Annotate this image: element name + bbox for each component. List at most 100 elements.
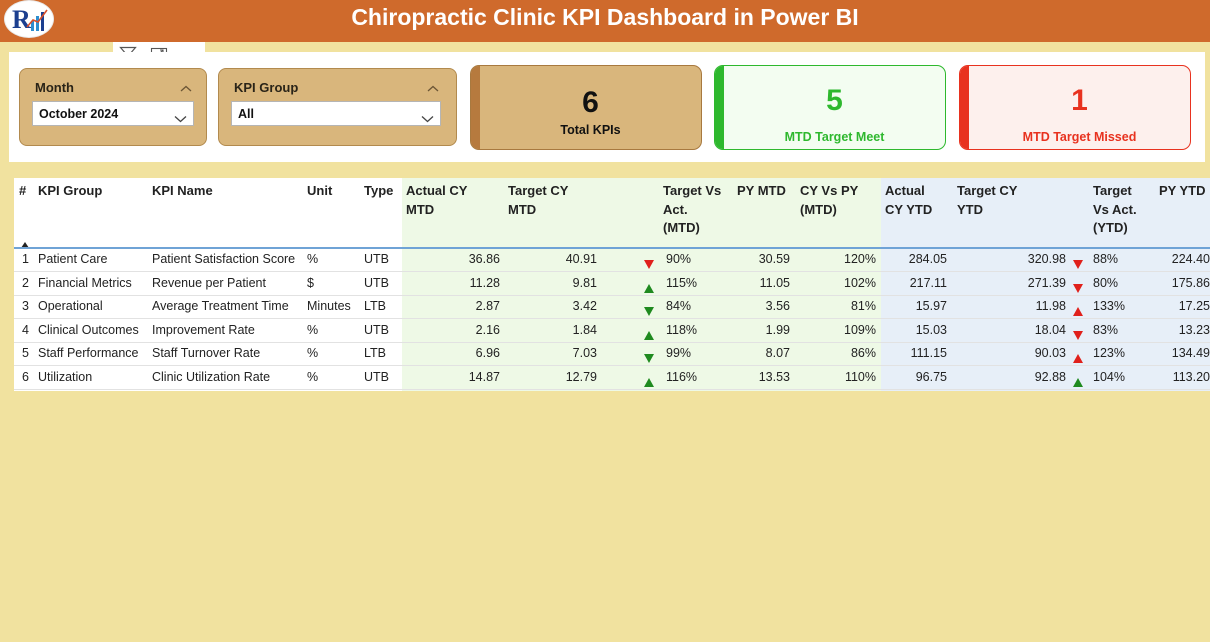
cell-kpi-group: Patient Care [38, 252, 108, 266]
cell-target-cy-ytd: 320.98 [1027, 252, 1066, 266]
title-bar: R Chiropractic Clinic KPI Dashboard in P… [0, 0, 1210, 42]
cell-actual-cy-ytd: 15.97 [915, 299, 947, 313]
table-row[interactable]: 5 Staff Performance Staff Turnover Rate% LT… [14, 343, 1210, 366]
cell-py-mtd: 11.05 [759, 275, 790, 290]
header-unit[interactable]: Unit [307, 182, 332, 201]
cell-target-vs-act-mtd: 84% [666, 299, 692, 313]
cell-target-cy-mtd: 7.03 [572, 346, 597, 360]
cell-target-cy-mtd: 1.84 [572, 322, 597, 337]
cell-actual-cy-ytd: 217.11 [909, 275, 947, 290]
cell-number: 1 [22, 252, 29, 266]
total-kpis-value: 6 [582, 86, 599, 119]
header-actual-cy-ytd[interactable]: Actual CY YTD [885, 182, 932, 219]
total-kpis-card: 6 Total KPIs [470, 65, 702, 150]
header-number[interactable]: # [19, 182, 26, 201]
card-accent-strip [715, 66, 724, 149]
cell-target-cy-ytd: 11.98 [1035, 299, 1066, 313]
cell-target-cy-ytd: 271.39 [1027, 275, 1066, 290]
mtd-target-meet-value: 5 [826, 84, 843, 117]
cell-type: UTB [364, 322, 389, 337]
cell-unit: % [307, 252, 319, 266]
cell-cy-vs-py-mtd: 81% [850, 299, 876, 313]
cell-py-ytd: 13.23 [1178, 322, 1210, 337]
cell-kpi-name: Improvement Rate [152, 322, 255, 337]
header-target-vs-act-mtd[interactable]: Target Vs Act. (MTD) [663, 182, 721, 238]
cell-kpi-group: Operational [38, 299, 103, 313]
arrow-up-icon [644, 374, 654, 387]
cell-py-ytd: 17.25 [1178, 299, 1210, 313]
mtd-target-meet-label: MTD Target Meet [784, 130, 885, 144]
header-actual-cy-mtd[interactable]: Actual CY MTD [406, 182, 467, 219]
arrow-up-icon [644, 327, 654, 340]
sort-ascending-icon[interactable] [21, 235, 29, 248]
cell-type: LTB [364, 346, 386, 360]
table-row[interactable]: 2 Financial Metrics Revenue per Patient $ UT… [14, 273, 1210, 296]
header-kpi-group[interactable]: KPI Group [38, 182, 102, 201]
cell-target-vs-act-ytd: 123% [1093, 346, 1125, 360]
cell-actual-cy-mtd: 36.86 [468, 252, 500, 266]
cell-number: 5 [22, 346, 29, 360]
header-cy-vs-py-mtd[interactable]: CY Vs PY (MTD) [800, 182, 858, 219]
chevron-up-icon[interactable] [427, 80, 439, 92]
cell-cy-vs-py-mtd: 120% [844, 252, 876, 266]
month-dropdown-value: October 2024 [39, 107, 119, 121]
cell-cy-vs-py-mtd: 110% [844, 369, 876, 384]
cell-target-cy-mtd: 40.91 [565, 252, 597, 266]
kpi-group-slicer[interactable]: KPI Group All [218, 68, 457, 146]
cell-target-cy-mtd: 9.81 [572, 275, 597, 290]
arrow-down-icon [644, 256, 654, 269]
table-row[interactable]: 3 Operational Average Treatment Time Minute… [14, 296, 1210, 319]
cell-target-vs-act-ytd: 80% [1093, 275, 1119, 290]
card-accent-strip [471, 66, 480, 149]
cell-unit: % [307, 369, 319, 384]
cell-kpi-name: Patient Satisfaction Score [152, 252, 296, 266]
cell-target-vs-act-mtd: 118% [666, 322, 698, 337]
cell-kpi-name: Average Treatment Time [152, 299, 289, 313]
cell-target-cy-ytd: 92.88 [1034, 369, 1066, 384]
total-kpis-label: Total KPIs [560, 123, 621, 137]
row-divider [14, 388, 1210, 390]
header-target-vs-act-ytd[interactable]: Target Vs Act. (YTD) [1093, 182, 1137, 238]
cell-type: LTB [364, 299, 386, 313]
arrow-down-icon [1073, 280, 1083, 293]
cell-py-mtd: 8.07 [765, 346, 790, 360]
cell-target-vs-act-ytd: 104% [1093, 369, 1125, 384]
chevron-up-icon[interactable] [180, 80, 192, 92]
cell-actual-cy-ytd: 15.03 [915, 322, 947, 337]
arrow-down-icon [644, 303, 654, 316]
kpi-group-dropdown[interactable]: All [231, 101, 441, 126]
chevron-down-icon[interactable] [174, 110, 187, 123]
cell-target-vs-act-mtd: 90% [666, 252, 692, 266]
dashboard-title: Chiropractic Clinic KPI Dashboard in Pow… [351, 4, 859, 30]
cell-target-cy-mtd: 3.42 [572, 299, 597, 313]
table-row[interactable]: 6 Utilization Clinic Utilization Rate% UTB 1… [14, 367, 1210, 390]
table-row[interactable]: 1 Patient Care Patient Satisfaction Score%… [14, 249, 1210, 272]
cell-number: 6 [22, 369, 29, 384]
month-dropdown[interactable]: October 2024 [32, 101, 194, 126]
mtd-target-missed-card: 1 MTD Target Missed [959, 65, 1191, 150]
cell-type: UTB [364, 369, 389, 384]
cell-number: 4 [22, 322, 29, 337]
header-target-cy-mtd[interactable]: Target CY MTD [508, 182, 568, 219]
cell-target-vs-act-ytd: 88% [1093, 252, 1119, 266]
cell-py-ytd: 175.86 [1171, 275, 1210, 290]
arrow-up-icon [1073, 303, 1083, 316]
cell-actual-cy-mtd: 2.87 [475, 299, 500, 313]
cell-kpi-name: Clinic Utilization Rate [152, 369, 271, 384]
header-kpi-name[interactable]: KPI Name [152, 182, 213, 201]
header-target-cy-ytd[interactable]: Target CY YTD [957, 182, 1017, 219]
cell-target-vs-act-ytd: 83% [1093, 322, 1119, 337]
chevron-down-icon[interactable] [421, 110, 434, 123]
header-py-ytd[interactable]: PY YTD [1159, 182, 1205, 201]
cell-target-vs-act-mtd: 99% [666, 346, 692, 360]
table-row[interactable]: 4 Clinical Outcomes Improvement Rate% UTB 2.… [14, 320, 1210, 343]
cell-py-mtd: 1.99 [765, 322, 790, 337]
cell-actual-cy-mtd: 2.16 [475, 322, 500, 337]
header-py-mtd[interactable]: PY MTD [737, 182, 786, 201]
header-type[interactable]: Type [364, 182, 393, 201]
cell-target-cy-mtd: 12.79 [565, 369, 597, 384]
cell-type: UTB [364, 275, 389, 290]
arrow-up-icon [1073, 350, 1083, 363]
month-slicer[interactable]: Month October 2024 [19, 68, 207, 146]
arrow-down-icon [1073, 327, 1083, 340]
